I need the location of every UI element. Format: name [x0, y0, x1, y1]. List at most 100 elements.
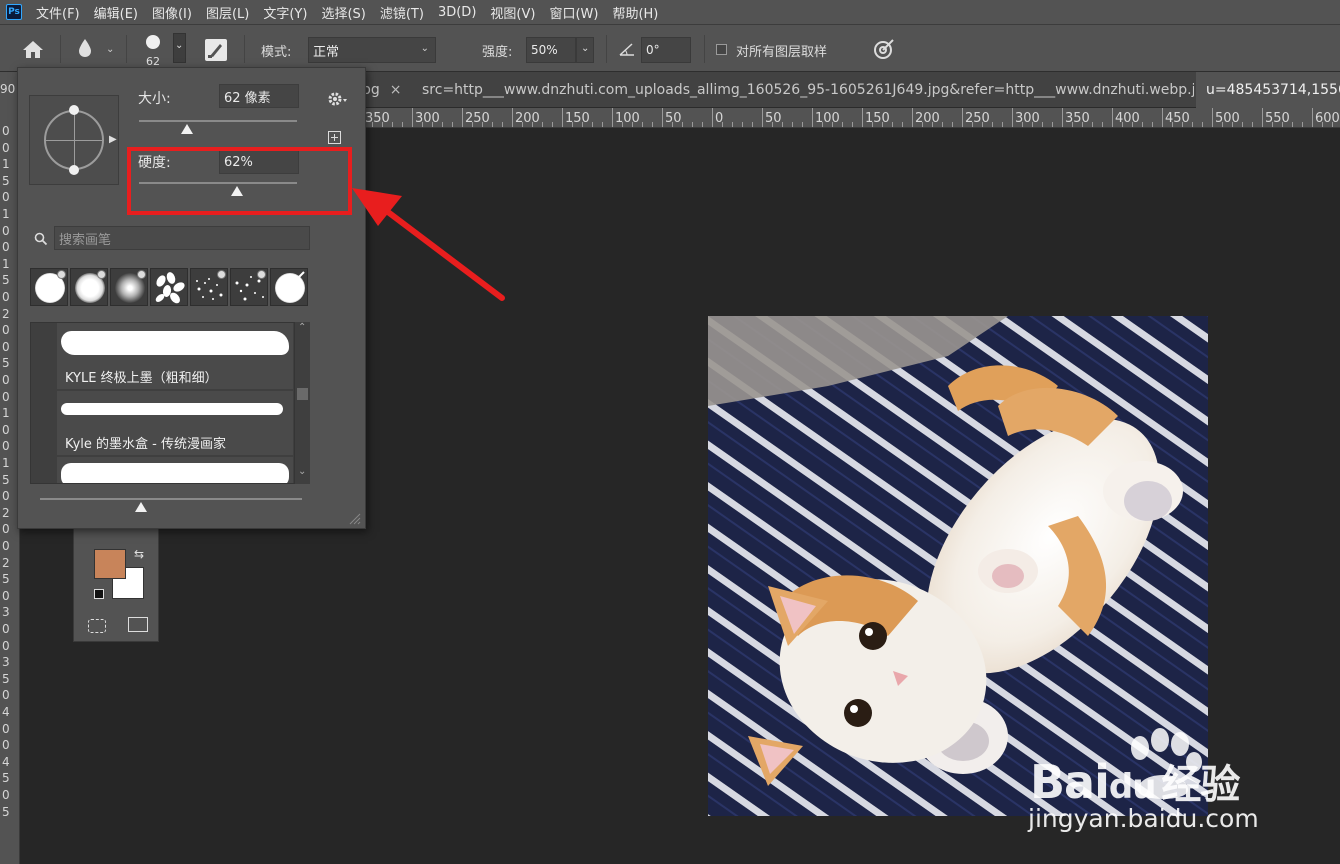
ruler-minor-tick	[1222, 122, 1223, 127]
angle-input[interactable]: 0°	[641, 37, 691, 63]
angle-icon	[619, 43, 634, 56]
default-colors-icon[interactable]	[94, 589, 104, 599]
ruler-minor-tick	[782, 122, 783, 127]
brush-list-item-3[interactable]	[57, 457, 293, 483]
recent-brush-preset-4[interactable]	[150, 268, 188, 306]
new-preset-plus-icon[interactable]	[328, 131, 342, 145]
mode-value: 正常	[313, 44, 340, 60]
menu-layer[interactable]: 图层(L)	[206, 3, 249, 22]
tab-document-2[interactable]: src=http___www.dnzhuti.com_uploads_allim…	[412, 72, 1194, 108]
preview-size-slider-track[interactable]	[40, 498, 302, 500]
pressure-target-icon[interactable]	[872, 37, 896, 61]
vertical-ruler-digit: 0	[2, 738, 10, 753]
ruler-minor-tick	[752, 122, 753, 127]
ruler-minor-tick	[1182, 122, 1183, 127]
tool-preset-chevron-icon[interactable]: ⌄	[106, 44, 114, 55]
size-slider-thumb[interactable]	[181, 124, 193, 134]
separator	[60, 35, 61, 63]
ruler-major-tick	[562, 108, 563, 127]
menu-select[interactable]: 选择(S)	[321, 3, 365, 22]
ruler-minor-tick	[1122, 122, 1123, 127]
recent-brush-preset-2[interactable]	[70, 268, 108, 306]
size-input[interactable]: 62 像素	[219, 84, 299, 108]
strength-input[interactable]: 50%	[526, 37, 576, 63]
watermark-jingyan-cn: 经验	[1161, 762, 1240, 808]
gear-icon[interactable]	[327, 91, 349, 107]
menu-window[interactable]: 窗口(W)	[549, 3, 598, 22]
menu-filter[interactable]: 滤镜(T)	[380, 3, 424, 22]
vertical-ruler-digit: 4	[2, 705, 10, 719]
quick-mask-icon[interactable]	[88, 619, 106, 633]
brush-list-scrollbar[interactable]: ⌃ ⌄	[294, 322, 310, 484]
brush-stroke-preview	[61, 463, 289, 483]
vertical-ruler-digit: 3	[2, 605, 10, 620]
size-slider-track[interactable]	[139, 120, 297, 122]
watermark-brand: Baidu 经验	[1030, 752, 1240, 810]
brush-search-input[interactable]: 搜索画笔	[54, 226, 310, 250]
ruler-major-tick	[1262, 108, 1263, 127]
ruler-minor-tick	[1032, 122, 1033, 127]
hardness-highlight-box	[127, 147, 352, 215]
ruler-minor-tick	[652, 122, 653, 127]
mode-label: 模式:	[261, 45, 292, 60]
ruler-major-tick	[812, 108, 813, 127]
ruler-stub-label: 90	[0, 82, 16, 96]
strength-dropdown[interactable]: ⌄	[576, 37, 594, 63]
roundness-handle-top[interactable]	[69, 105, 79, 115]
preview-size-slider-thumb[interactable]	[135, 502, 147, 512]
menu-view[interactable]: 视图(V)	[490, 3, 535, 22]
recent-brush-preset-1[interactable]	[30, 268, 68, 306]
scrollbar-thumb[interactable]	[297, 388, 308, 400]
ruler-minor-tick	[992, 122, 993, 127]
foreground-color-swatch[interactable]	[94, 549, 126, 579]
menu-help[interactable]: 帮助(H)	[612, 3, 658, 22]
menu-file[interactable]: 文件(F)	[36, 3, 80, 22]
ruler-minor-tick	[852, 122, 853, 127]
menu-type[interactable]: 文字(Y)	[263, 3, 307, 22]
blur-tool-drop-icon[interactable]	[76, 37, 94, 59]
menu-image[interactable]: 图像(I)	[152, 3, 192, 22]
mode-select[interactable]: 正常 ⌄	[308, 37, 436, 63]
ruler-major-tick	[512, 108, 513, 127]
brush-picker-dropdown[interactable]: ⌄	[173, 33, 186, 63]
pressure-badge-icon	[57, 270, 66, 279]
recent-brush-preset-5[interactable]	[190, 268, 228, 306]
brush-settings-panel-icon[interactable]	[205, 39, 227, 61]
vertical-ruler-digit: 0	[2, 339, 10, 354]
ruler-tick-label: 500	[1215, 111, 1240, 126]
brush-preview-icon[interactable]	[146, 35, 160, 49]
resize-grip-icon[interactable]	[348, 512, 362, 526]
ruler-minor-tick	[722, 122, 723, 127]
recent-brush-preset-7[interactable]	[270, 268, 308, 306]
brush-angle-roundness-preview[interactable]	[29, 95, 119, 185]
scroll-up-chevron-icon[interactable]: ⌃	[298, 322, 306, 333]
ruler-minor-tick	[522, 122, 523, 127]
ruler-minor-tick	[922, 122, 923, 127]
close-icon[interactable]: ×	[390, 82, 402, 98]
ruler-minor-tick	[902, 122, 903, 127]
home-icon[interactable]	[22, 39, 44, 59]
ruler-tick-label: 400	[1115, 111, 1140, 126]
ruler-minor-tick	[392, 122, 393, 127]
menu-3d[interactable]: 3D(D)	[438, 5, 476, 20]
tools-panel: ⇆	[73, 524, 159, 642]
ruler-minor-tick	[1002, 122, 1003, 127]
ruler-tick-label: 150	[565, 111, 590, 126]
vertical-ruler-digit: 0	[2, 323, 10, 338]
sample-all-layers-checkbox[interactable]	[716, 44, 727, 55]
tab-document-3-active[interactable]: u=485453714,15564	[1196, 72, 1340, 108]
roundness-handle-bottom[interactable]	[69, 165, 79, 175]
vertical-ruler-digit: 0	[2, 223, 10, 238]
ruler-major-tick	[462, 108, 463, 127]
swap-colors-icon[interactable]: ⇆	[134, 547, 144, 561]
brush-list-item-2[interactable]: Kyle 的墨水盒 - 传统漫画家	[57, 391, 293, 455]
recent-brush-preset-6[interactable]	[230, 268, 268, 306]
scroll-down-chevron-icon[interactable]: ⌄	[298, 466, 306, 477]
recent-brush-preset-3[interactable]	[110, 268, 148, 306]
vertical-ruler-digit: 5	[2, 572, 10, 587]
vertical-ruler-digit: 0	[2, 788, 10, 802]
brush-list-item-1[interactable]: KYLE 终极上墨（粗和细）	[57, 323, 293, 389]
screen-mode-icon[interactable]	[128, 617, 148, 632]
ruler-tick-label: 350	[1065, 111, 1090, 126]
menu-edit[interactable]: 编辑(E)	[94, 3, 138, 22]
